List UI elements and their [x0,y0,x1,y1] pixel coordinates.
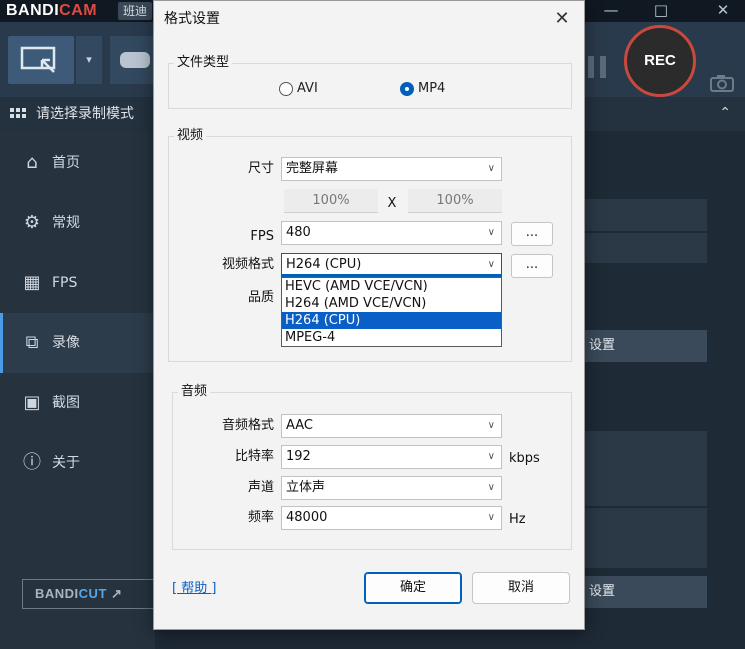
sidebar: ⌂ 首页 ⚙ 常规 ▦ FPS ⧉ 录像 ▣ 截图 ⓘ 关于 BANDICUT … [0,131,155,649]
bg-panel [575,199,707,231]
size-label: 尺寸 [247,161,274,176]
sidebar-item-video[interactable]: ⧉ 录像 [0,313,155,373]
bitrate-select[interactable]: 192 ∨ [281,445,502,469]
dropdown-option[interactable]: HEVC (AMD VCE/VCN) [282,278,501,295]
sidebar-item-screenshot[interactable]: ▣ 截图 [0,373,155,433]
audio-codec-label: 音频格式 [221,418,274,433]
chevron-down-icon: ∨ [487,259,495,270]
chevron-up-icon[interactable]: ⌃ [719,105,731,121]
height-percent-field[interactable]: 100% [408,189,502,213]
quality-label: 品质 [247,290,274,305]
audio-codec-select[interactable]: AAC ∨ [281,414,502,438]
channel-select[interactable]: 立体声 ∨ [281,476,502,500]
cancel-button[interactable]: 取消 [472,572,570,604]
fps-more-button[interactable]: ... [511,222,553,246]
bitrate-unit: kbps [509,451,540,466]
sidebar-item-home[interactable]: ⌂ 首页 [0,133,155,193]
audio-group-title: 音频 [178,384,211,400]
dialog-title: 格式设置 [164,11,220,27]
codec-more-button[interactable]: ... [511,254,553,278]
mode-bar-label: 请选择录制模式 [36,106,134,122]
sample-rate-select[interactable]: 48000 ∨ [281,506,502,530]
chevron-down-icon: ∨ [487,482,495,493]
sidebar-item-fps[interactable]: ▦ FPS [0,253,155,313]
chevron-down-icon: ∨ [487,163,495,174]
maximize-icon[interactable]: □ [648,0,674,22]
bg-panel [575,233,707,263]
dropdown-option[interactable]: H264 (AMD VCE/VCN) [282,295,501,312]
sample-rate-unit: Hz [509,512,526,527]
chevron-down-icon: ∨ [487,227,495,238]
video-codec-dropdown: HEVC (AMD VCE/VCN) H264 (AMD VCE/VCN) H2… [281,277,502,347]
image-icon: ▣ [23,392,41,413]
chevron-down-icon: ∨ [487,451,495,462]
info-icon: ⓘ [23,452,41,473]
fps-label: FPS [250,229,274,244]
minimize-icon[interactable]: — [598,0,624,22]
fps-icon: ▦ [23,272,41,293]
camera-icon[interactable] [710,74,734,92]
dropdown-option[interactable]: MPEG-4 [282,329,501,346]
gamepad-icon [120,52,150,68]
sidebar-item-about[interactable]: ⓘ 关于 [0,433,155,493]
size-select[interactable]: 完整屏幕 ∨ [281,157,502,181]
gear-icon: ⚙ [23,212,41,233]
video-codec-select[interactable]: H264 (CPU) ∨ [281,253,502,277]
screen-rect-icon [20,46,56,73]
video-group-title: 视频 [174,128,207,144]
game-mode-button[interactable] [110,36,154,84]
bg-panel [575,431,707,506]
file-type-title: 文件类型 [174,55,233,71]
bitrate-label: 比特率 [234,449,274,464]
video-icon: ⧉ [25,332,39,353]
grid-icon [10,108,26,120]
chevron-down-icon: ∨ [487,420,495,431]
bandicut-button[interactable]: BANDICUT ↗ [22,579,155,609]
sample-rate-label: 频率 [247,510,274,525]
ok-button[interactable]: 确定 [364,572,462,604]
format-settings-dialog: 格式设置 ✕ 文件类型 AVI MP4 视频 尺寸 完整屏幕 ∨ 100% X … [153,0,585,630]
screen-mode-button[interactable] [8,36,74,84]
chevron-down-icon[interactable]: ▾ [76,36,102,84]
bandicam-logo: BANDICAM [6,2,98,19]
settings-button[interactable]: 设置 [575,330,707,362]
codec-label: 视频格式 [221,257,274,272]
radio-circle-selected [400,82,414,96]
close-icon[interactable]: ✕ [550,7,574,31]
x-separator: X [387,196,397,211]
close-icon[interactable]: ✕ [710,0,736,22]
bg-panel [575,508,707,568]
rec-button[interactable]: REC [624,25,696,97]
pause-icon[interactable] [588,56,608,78]
sidebar-item-general[interactable]: ⚙ 常规 [0,193,155,253]
help-link[interactable]: [ 帮助 ] [172,579,216,599]
dropdown-option-selected[interactable]: H264 (CPU) [282,312,501,329]
fps-select[interactable]: 480 ∨ [281,221,502,245]
settings-button[interactable]: 设置 [575,576,707,608]
width-percent-field[interactable]: 100% [284,189,378,213]
home-icon: ⌂ [26,152,38,173]
radio-circle [279,82,293,96]
chevron-down-icon: ∨ [487,512,495,523]
channel-label: 声道 [247,480,274,495]
brand-cn-badge: 班迪 [118,2,153,20]
